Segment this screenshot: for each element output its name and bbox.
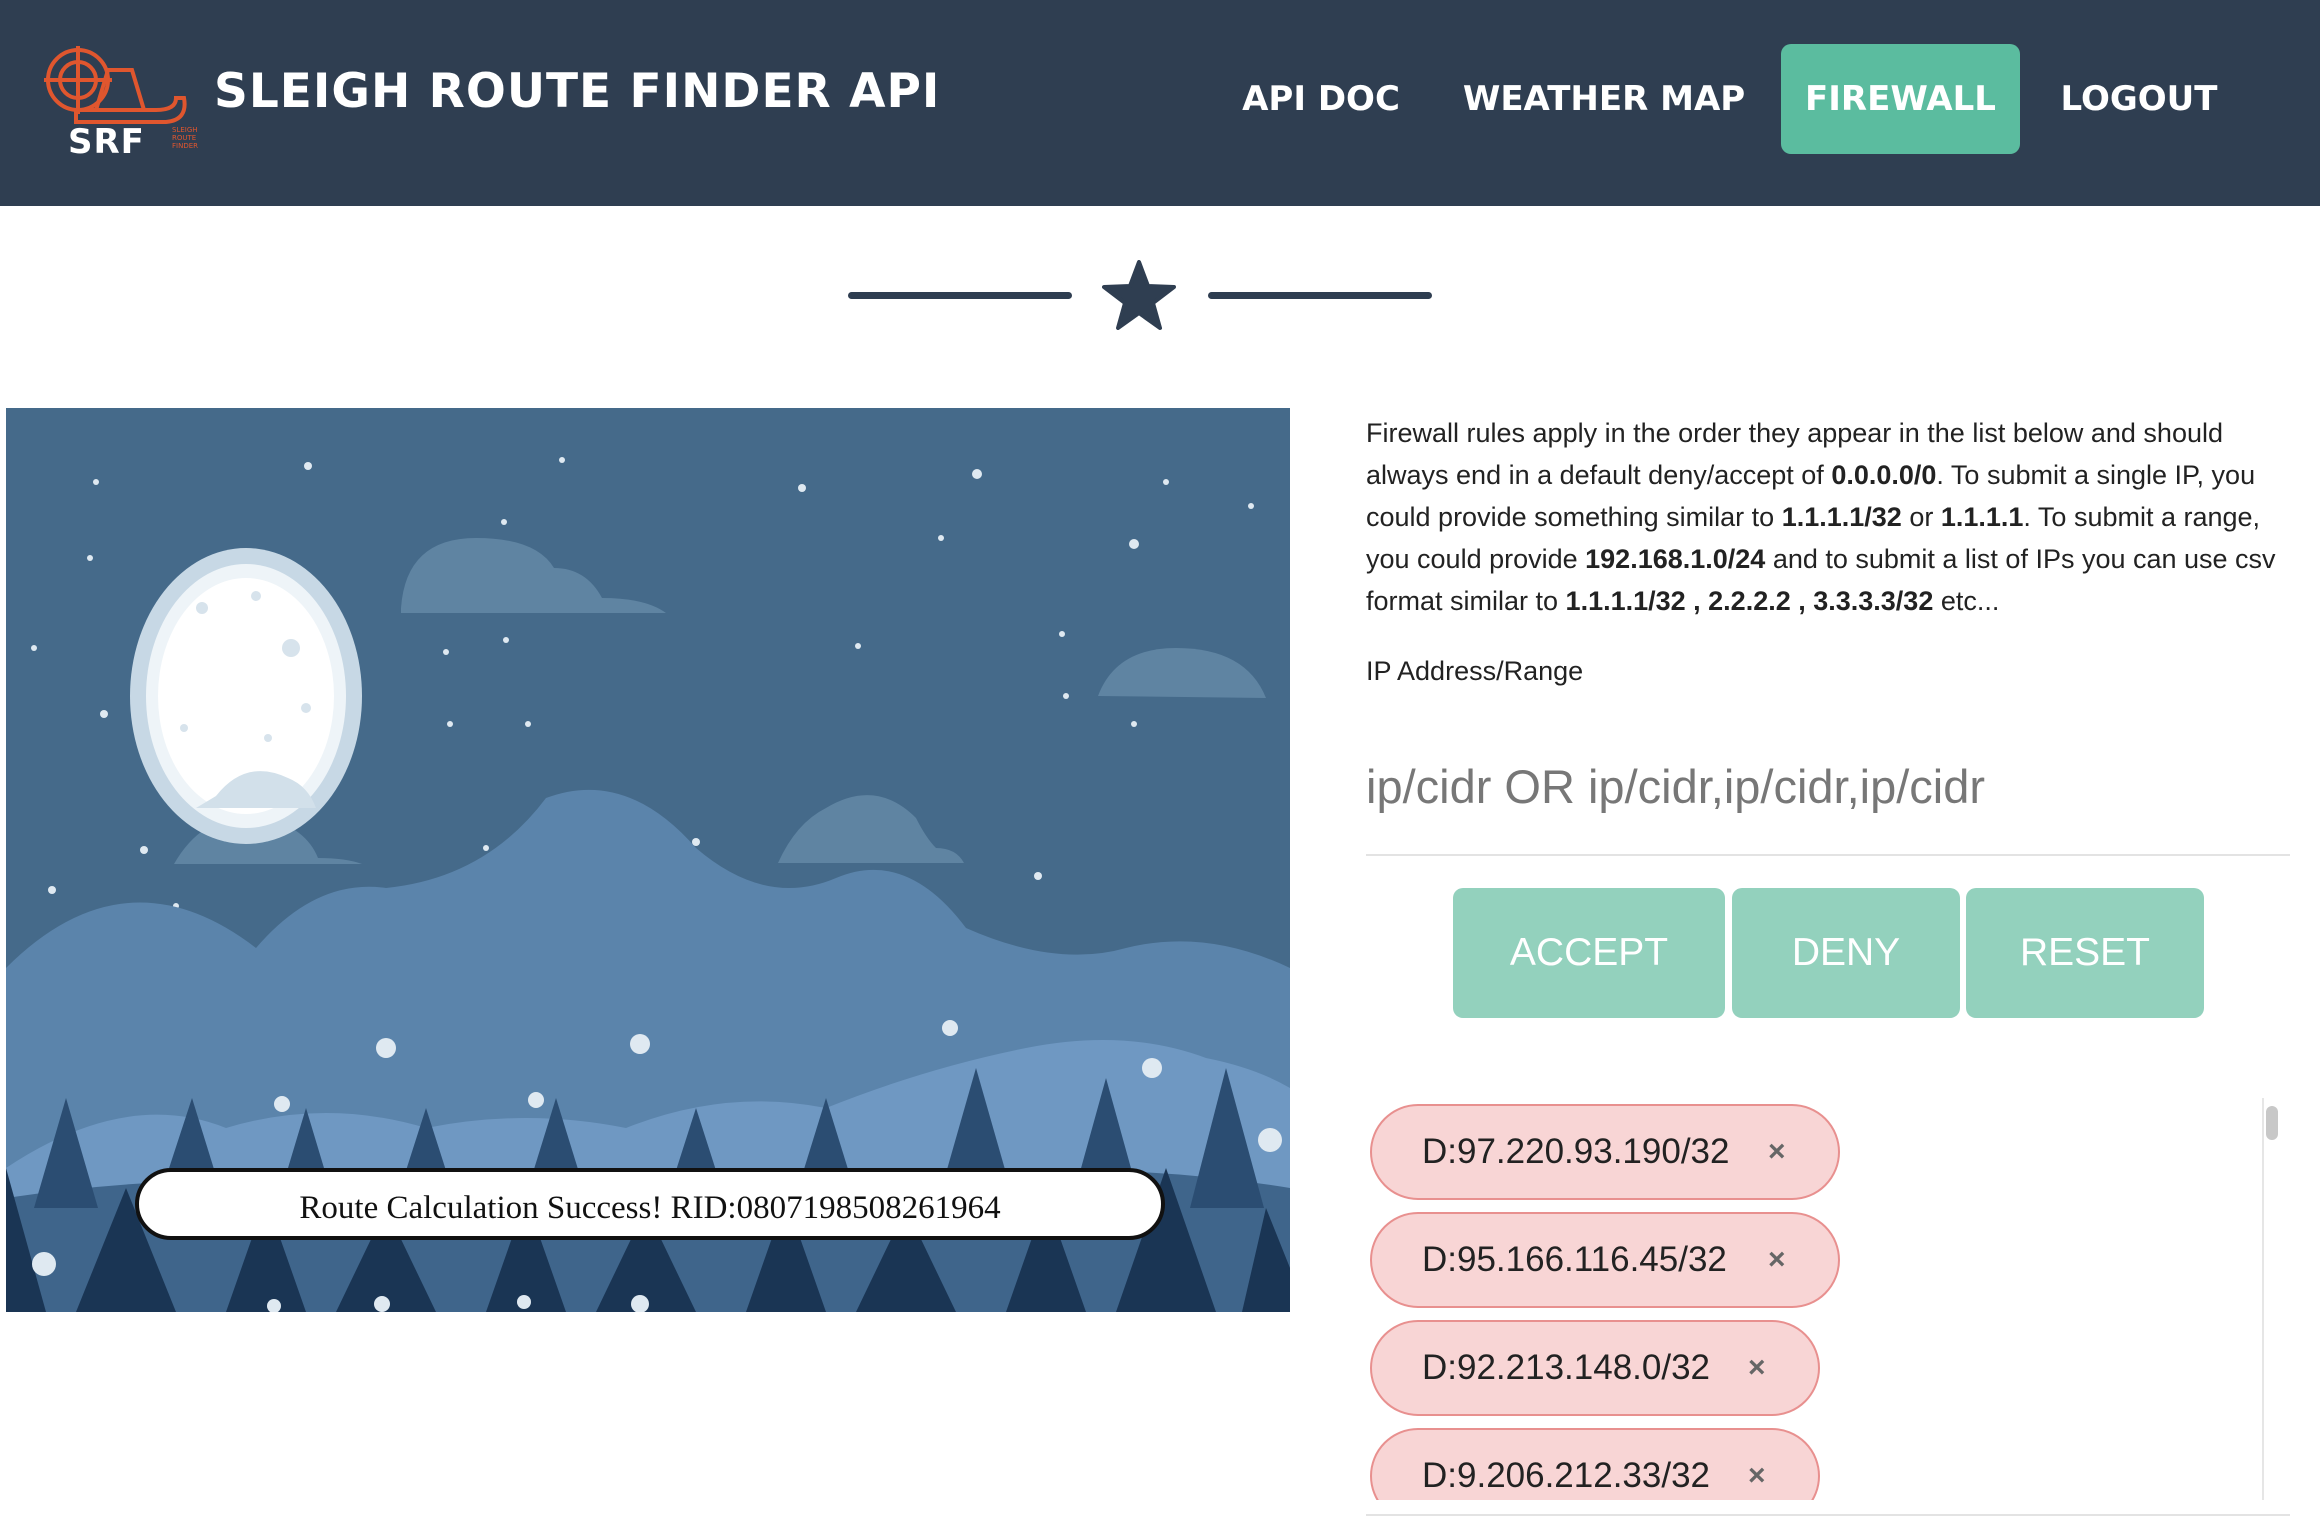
ip-address-input[interactable] [1366,718,2290,856]
rule-item[interactable]: D:92.213.148.0/32 × [1370,1320,1820,1416]
divider-line-right [1208,292,1432,299]
nav-weather-map[interactable]: WEATHER MAP [1454,44,1754,154]
accept-button[interactable]: ACCEPT [1453,888,1725,1018]
remove-rule-icon[interactable]: × [1748,1322,1766,1414]
star-icon [1102,260,1176,330]
firewall-rules-list[interactable]: D:97.220.93.190/32 × D:95.166.116.45/32 … [1366,1098,2286,1500]
rule-item[interactable]: D:97.220.93.190/32 × [1370,1104,1840,1200]
app-title[interactable]: SLEIGH ROUTE FINDER API [214,64,940,119]
logo-subtext: SLEIGH ROUTE FINDER [172,126,199,150]
top-navbar: SRF SLEIGH ROUTE FINDER SLEIGH ROUTE FIN… [0,0,2320,206]
remove-rule-icon[interactable]: × [1768,1106,1786,1198]
firewall-description: Firewall rules apply in the order they a… [1366,418,2276,616]
nav-api-doc[interactable]: API DOC [1226,44,1416,154]
deny-button[interactable]: DENY [1732,888,1960,1018]
rules-bottom-divider [1366,1514,2290,1516]
logo-text: SRF [68,122,145,162]
route-success-toast: Route Calculation Success! RID:080719850… [135,1168,1165,1240]
rule-label: D:95.166.116.45/32 [1422,1240,1727,1279]
rule-label: D:9.206.212.33/32 [1422,1456,1711,1495]
rule-item[interactable]: D:9.206.212.33/32 × [1370,1428,1820,1500]
nav-logout[interactable]: LOGOUT [2046,44,2232,154]
rule-item[interactable]: D:95.166.116.45/32 × [1370,1212,1840,1308]
rules-scrollbar[interactable] [2262,1098,2282,1500]
nav-firewall[interactable]: FIREWALL [1781,44,2020,154]
rules-scrollbar-thumb[interactable] [2266,1106,2278,1140]
ip-address-label: IP Address/Range [1366,656,1584,686]
reset-button[interactable]: RESET [1966,888,2204,1018]
divider-line-left [848,292,1072,299]
remove-rule-icon[interactable]: × [1768,1214,1786,1306]
rule-label: D:97.220.93.190/32 [1422,1132,1730,1171]
rule-label: D:92.213.148.0/32 [1422,1348,1711,1387]
remove-rule-icon[interactable]: × [1748,1430,1766,1500]
